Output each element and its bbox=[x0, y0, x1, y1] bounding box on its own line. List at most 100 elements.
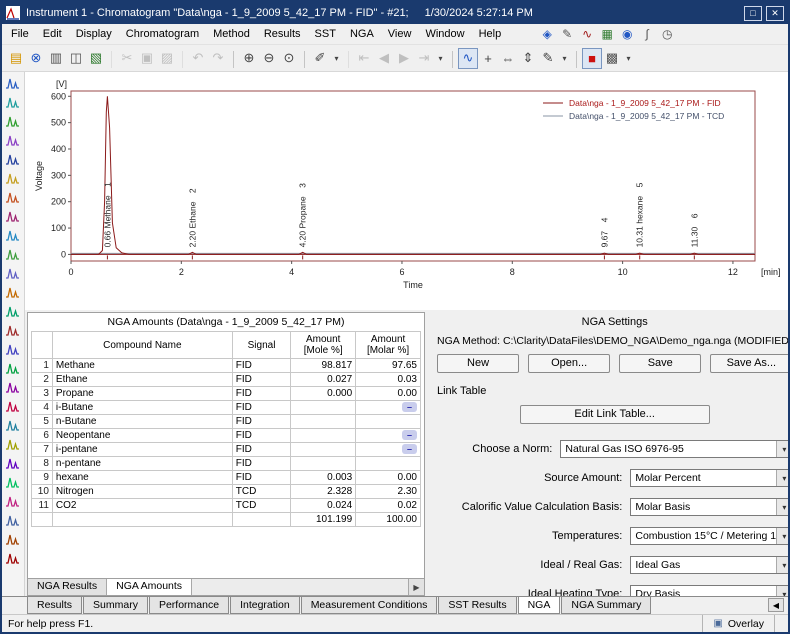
crosshair-icon[interactable]: + bbox=[478, 48, 498, 69]
chromatogram-icon[interactable] bbox=[4, 435, 22, 453]
chromatogram-icon[interactable] bbox=[4, 549, 22, 567]
signal-cell[interactable]: FID bbox=[232, 443, 291, 457]
signal-cell[interactable]: TCD bbox=[232, 499, 291, 513]
compound-name-cell[interactable]: n-Butane bbox=[52, 415, 232, 429]
row-number-cell[interactable]: 8 bbox=[32, 457, 53, 471]
result-tab[interactable]: Integration bbox=[230, 597, 300, 614]
amount-mole-cell[interactable]: 0.003 bbox=[291, 471, 356, 485]
table-row[interactable]: 7 i-pentane FID – bbox=[32, 443, 421, 457]
menu-item[interactable]: Display bbox=[69, 25, 119, 43]
maximize-button[interactable]: □ bbox=[744, 6, 762, 21]
menu-item[interactable]: Method bbox=[206, 25, 257, 43]
open-chromatogram-icon[interactable]: ▤ bbox=[6, 48, 26, 69]
menu-item[interactable]: View bbox=[381, 25, 419, 43]
nga-table-tab[interactable]: NGA Results bbox=[28, 579, 107, 595]
amount-mole-cell[interactable] bbox=[291, 401, 356, 415]
signal-cell[interactable]: TCD bbox=[232, 485, 291, 499]
chromatogram-icon[interactable] bbox=[4, 207, 22, 225]
tools-dropdown-icon[interactable]: ▾ bbox=[330, 48, 343, 69]
column-header[interactable]: Compound Name bbox=[52, 332, 232, 359]
palette-dropdown-icon[interactable]: ▾ bbox=[622, 48, 635, 69]
signal-cell[interactable]: FID bbox=[232, 401, 291, 415]
table-row[interactable]: 1 Methane FID 98.817 97.65 bbox=[32, 359, 421, 373]
chromatogram-icon[interactable] bbox=[4, 473, 22, 491]
undo-icon[interactable]: ↶ bbox=[188, 48, 208, 69]
chromatogram-icon[interactable] bbox=[4, 321, 22, 339]
menu-item[interactable]: Help bbox=[472, 25, 509, 43]
chevron-down-icon[interactable]: ▾ bbox=[776, 528, 790, 544]
table-row[interactable]: 8 n-pentane FID bbox=[32, 457, 421, 471]
column-header[interactable]: Amount [Mole %] bbox=[291, 332, 356, 359]
print-preview-icon[interactable]: ◫ bbox=[66, 48, 86, 69]
grid-dropdown-icon[interactable]: ▾ bbox=[558, 48, 571, 69]
close-chromatogram-icon[interactable]: ⊗ bbox=[26, 48, 46, 69]
integral-icon[interactable]: ∫ bbox=[638, 26, 656, 43]
table-row[interactable]: 6 Neopentane FID – bbox=[32, 429, 421, 443]
zoom-reset-icon[interactable]: ⊙ bbox=[279, 48, 299, 69]
overlay-color-icon[interactable]: ■ bbox=[582, 48, 602, 69]
chromatogram-icon[interactable] bbox=[4, 112, 22, 130]
column-header[interactable]: Amount [Molar %] bbox=[356, 332, 421, 359]
temperatures-select[interactable]: Combustion 15°C / Metering 15°C ▾ bbox=[630, 527, 790, 545]
chromatogram-icon[interactable] bbox=[4, 378, 22, 396]
signal-cell[interactable]: FID bbox=[232, 387, 291, 401]
chromatogram-icon[interactable] bbox=[4, 302, 22, 320]
cursor-info-icon[interactable]: ◈ bbox=[538, 26, 556, 43]
row-number-cell[interactable]: 5 bbox=[32, 415, 53, 429]
nav-dropdown-icon[interactable]: ▾ bbox=[434, 48, 447, 69]
ideal-real-gas-select[interactable]: Ideal Gas ▾ bbox=[630, 556, 790, 574]
result-tab[interactable]: Performance bbox=[149, 597, 229, 614]
amount-mole-cell[interactable] bbox=[291, 415, 356, 429]
amount-molar-cell[interactable]: – bbox=[356, 429, 421, 443]
chevron-down-icon[interactable]: ▾ bbox=[776, 441, 790, 457]
save-as-button[interactable]: Save As... bbox=[710, 354, 790, 373]
amount-molar-cell[interactable] bbox=[356, 457, 421, 471]
next-chromatogram-icon[interactable]: ▶ bbox=[394, 48, 414, 69]
chevron-down-icon[interactable]: ▾ bbox=[776, 557, 790, 573]
result-tab[interactable]: Results bbox=[27, 597, 82, 614]
result-tab[interactable]: NGA Summary bbox=[561, 597, 651, 614]
table-row[interactable]: 9 hexane FID 0.003 0.00 bbox=[32, 471, 421, 485]
paste-icon[interactable]: ▨ bbox=[157, 48, 177, 69]
amount-molar-cell[interactable]: 0.03 bbox=[356, 373, 421, 387]
amount-molar-cell[interactable]: 97.65 bbox=[356, 359, 421, 373]
table-row[interactable]: 2 Ethane FID 0.027 0.03 bbox=[32, 373, 421, 387]
row-number-cell[interactable]: 11 bbox=[32, 499, 53, 513]
chromatogram-icon[interactable] bbox=[4, 454, 22, 472]
row-number-cell[interactable]: 4 bbox=[32, 401, 53, 415]
chromatogram-icon[interactable] bbox=[4, 150, 22, 168]
amount-molar-cell[interactable]: – bbox=[356, 443, 421, 457]
close-button[interactable]: ✕ bbox=[766, 6, 784, 21]
chromatogram-icon[interactable] bbox=[4, 169, 22, 187]
menu-item[interactable]: Edit bbox=[36, 25, 69, 43]
zoom-in-icon[interactable]: ⊕ bbox=[239, 48, 259, 69]
menu-item[interactable]: Chromatogram bbox=[119, 25, 206, 43]
nga-table-tab[interactable]: NGA Amounts bbox=[107, 579, 192, 595]
compound-name-cell[interactable]: Neopentane bbox=[52, 429, 232, 443]
amount-mole-cell[interactable] bbox=[291, 457, 356, 471]
table-row[interactable]: 4 i-Butane FID – bbox=[32, 401, 421, 415]
chromatogram-plot[interactable]: 0100200300400500600[V]024681012[min]Time… bbox=[31, 75, 787, 307]
active-signal-icon[interactable]: ∿ bbox=[458, 48, 478, 69]
signal-overlay-icon[interactable]: ∿ bbox=[578, 26, 596, 43]
export-icon[interactable]: ▧ bbox=[86, 48, 106, 69]
cut-icon[interactable]: ✂ bbox=[117, 48, 137, 69]
chromatogram-icon[interactable] bbox=[4, 511, 22, 529]
amount-molar-cell[interactable] bbox=[356, 415, 421, 429]
result-tab[interactable]: SST Results bbox=[438, 597, 516, 614]
chromatogram-icon[interactable] bbox=[4, 359, 22, 377]
table-row[interactable]: 10 Nitrogen TCD 2.328 2.30 bbox=[32, 485, 421, 499]
compound-name-cell[interactable]: i-Butane bbox=[52, 401, 232, 415]
chromatogram-icon[interactable] bbox=[4, 397, 22, 415]
info-icon[interactable]: ◉ bbox=[618, 26, 636, 43]
annotate-icon[interactable]: ✎ bbox=[538, 48, 558, 69]
amount-mole-cell[interactable]: 0.024 bbox=[291, 499, 356, 513]
amount-molar-cell[interactable]: 0.00 bbox=[356, 387, 421, 401]
norm-select[interactable]: Natural Gas ISO 6976-95 ▾ bbox=[560, 440, 790, 458]
amount-molar-cell[interactable]: 0.02 bbox=[356, 499, 421, 513]
overlay-status[interactable]: ▣ Overlay bbox=[702, 615, 774, 632]
zoom-out-icon[interactable]: ⊖ bbox=[259, 48, 279, 69]
tab-scroll-left-icon[interactable]: ◀ bbox=[768, 598, 784, 612]
palette-icon[interactable]: ▩ bbox=[602, 48, 622, 69]
table-row[interactable]: 5 n-Butane FID bbox=[32, 415, 421, 429]
